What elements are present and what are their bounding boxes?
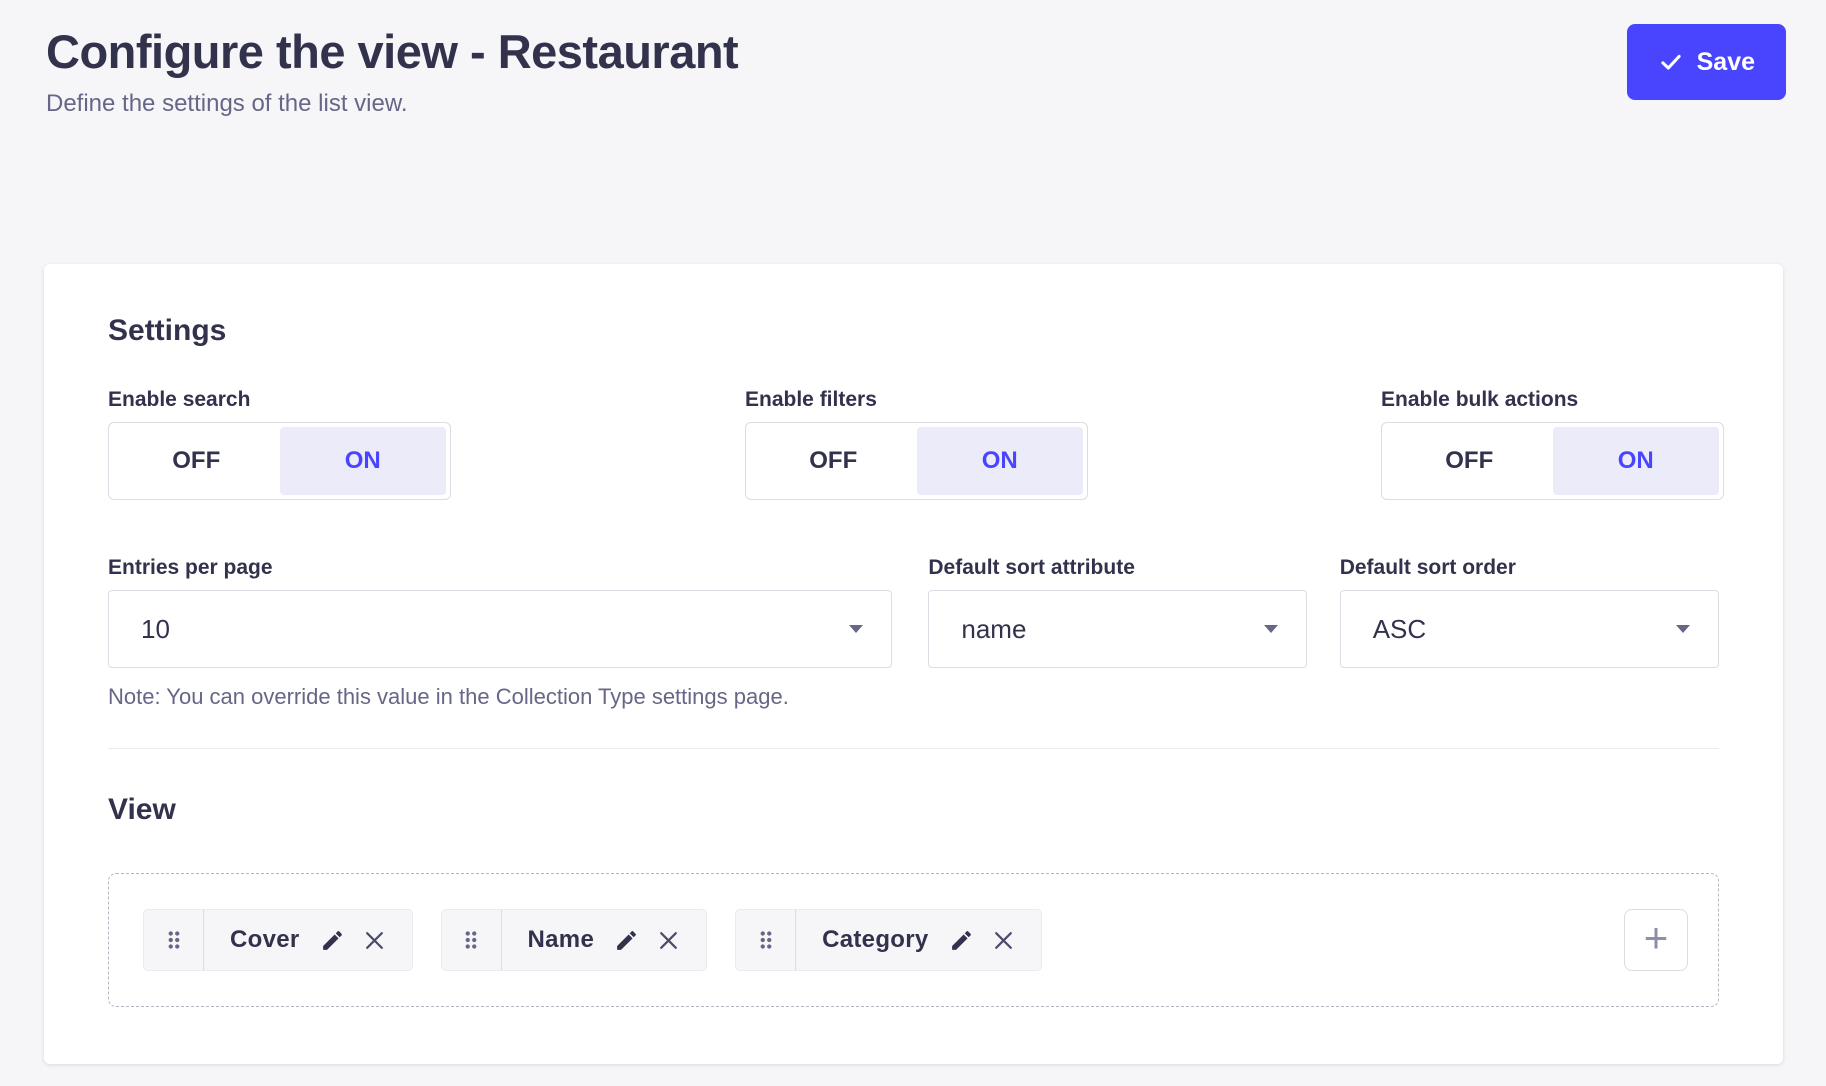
page-header: Configure the view - Restaurant Define t… [0, 0, 1826, 118]
plus-icon: + [1644, 917, 1669, 959]
default-sort-order-field: Default sort order ASC [1340, 556, 1719, 710]
chevron-down-icon [1264, 625, 1278, 633]
enable-filters-field: Enable filters OFF ON [745, 388, 1381, 500]
entries-per-page-label: Entries per page [108, 556, 892, 580]
enable-search-toggle[interactable]: OFF ON [108, 422, 451, 500]
enable-search-field: Enable search OFF ON [108, 388, 745, 500]
pencil-icon[interactable] [320, 928, 345, 953]
field-pill-label: Cover [230, 926, 300, 954]
default-sort-attribute-select[interactable]: name [928, 590, 1306, 668]
close-icon[interactable] [361, 927, 388, 954]
enable-search-label: Enable search [108, 388, 745, 412]
default-sort-order-value: ASC [1373, 614, 1426, 645]
default-sort-order-select[interactable]: ASC [1340, 590, 1719, 668]
drag-handle-icon[interactable] [144, 910, 204, 970]
close-icon[interactable] [655, 927, 682, 954]
configure-view-page: Configure the view - Restaurant Define t… [0, 0, 1826, 1086]
enable-bulk-actions-off-option[interactable]: OFF [1386, 427, 1553, 495]
field-pill-name[interactable]: Name [441, 909, 708, 971]
enable-bulk-actions-on-option[interactable]: ON [1553, 427, 1720, 495]
page-subtitle: Define the settings of the list view. [46, 90, 738, 118]
check-icon [1658, 49, 1684, 75]
default-sort-order-label: Default sort order [1340, 556, 1719, 580]
save-button[interactable]: Save [1627, 24, 1786, 100]
field-pill-label: Name [528, 926, 595, 954]
default-sort-attribute-value: name [961, 614, 1026, 645]
toggles-row: Enable search OFF ON Enable filters OFF … [108, 388, 1719, 500]
selects-row: Entries per page 10 Note: You can overri… [108, 556, 1719, 710]
enable-search-on-option[interactable]: ON [280, 427, 447, 495]
drag-handle-icon[interactable] [442, 910, 502, 970]
enable-filters-label: Enable filters [745, 388, 1381, 412]
field-pill-category[interactable]: Category [735, 909, 1041, 971]
enable-filters-toggle[interactable]: OFF ON [745, 422, 1088, 500]
close-icon[interactable] [990, 927, 1017, 954]
entries-per-page-note: Note: You can override this value in the… [108, 684, 892, 710]
enable-bulk-actions-label: Enable bulk actions [1381, 388, 1724, 412]
default-sort-attribute-label: Default sort attribute [928, 556, 1306, 580]
drag-handle-icon[interactable] [736, 910, 796, 970]
settings-card: Settings Enable search OFF ON Enable fil… [44, 264, 1783, 1064]
field-pill-label: Category [822, 926, 928, 954]
enable-search-off-option[interactable]: OFF [113, 427, 280, 495]
chevron-down-icon [849, 625, 863, 633]
chevron-down-icon [1676, 625, 1690, 633]
enable-bulk-actions-field: Enable bulk actions OFF ON [1381, 388, 1724, 500]
entries-per-page-value: 10 [141, 614, 170, 645]
entries-per-page-select[interactable]: 10 [108, 590, 892, 668]
settings-section-heading: Settings [108, 314, 1719, 348]
field-pill-cover[interactable]: Cover [143, 909, 413, 971]
pencil-icon[interactable] [614, 928, 639, 953]
add-field-button[interactable]: + [1624, 909, 1688, 971]
enable-filters-on-option[interactable]: ON [917, 427, 1084, 495]
pencil-icon[interactable] [949, 928, 974, 953]
field-layout-dropzone: Cover [108, 873, 1719, 1007]
page-header-text: Configure the view - Restaurant Define t… [46, 24, 738, 118]
section-divider [108, 748, 1719, 749]
page-title: Configure the view - Restaurant [46, 24, 738, 80]
view-section-heading: View [108, 793, 1719, 827]
entries-per-page-field: Entries per page 10 Note: You can overri… [108, 556, 892, 710]
enable-bulk-actions-toggle[interactable]: OFF ON [1381, 422, 1724, 500]
default-sort-attribute-field: Default sort attribute name [928, 556, 1306, 710]
save-button-label: Save [1697, 48, 1755, 77]
enable-filters-off-option[interactable]: OFF [750, 427, 917, 495]
